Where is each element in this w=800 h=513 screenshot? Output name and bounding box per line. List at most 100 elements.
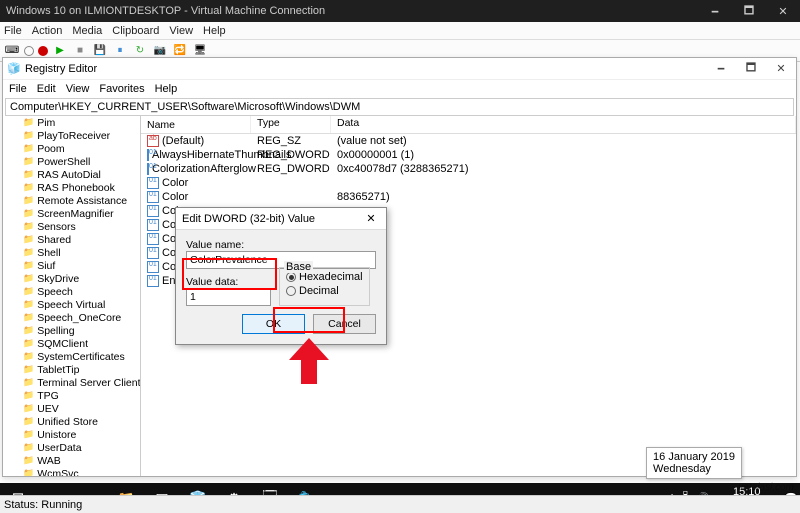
value-data-input[interactable] [186, 288, 271, 306]
vm-maximize-button[interactable] [732, 0, 766, 22]
col-data[interactable]: Data [331, 116, 796, 133]
vm-title: Windows 10 on ILMIONTDESKTOP - Virtual M… [6, 5, 698, 17]
vm-menu-file[interactable]: File [4, 25, 22, 37]
value-name: Color [162, 177, 188, 189]
vm-minimize-button[interactable] [698, 0, 732, 22]
value-row[interactable]: (Default)REG_SZ(value not set) [141, 134, 796, 148]
tree-item[interactable]: Unified Store [3, 415, 140, 428]
radio-dec-label: Decimal [299, 285, 339, 297]
tree-item[interactable]: TabletTip [3, 363, 140, 376]
vm-menu-media[interactable]: Media [72, 25, 102, 37]
tree-item[interactable]: RAS Phonebook [3, 181, 140, 194]
value-type-icon [147, 135, 159, 147]
record-outline-icon[interactable] [24, 46, 34, 56]
vm-statusbar: Status: Running [0, 495, 800, 513]
value-type-icon [147, 191, 159, 203]
cancel-button[interactable]: Cancel [313, 314, 376, 334]
tree-item[interactable]: ScreenMagnifier [3, 207, 140, 220]
tree-item[interactable]: Pim [3, 116, 140, 129]
tree-item[interactable]: UserData [3, 441, 140, 454]
regedit-window: 🧊 Registry Editor 🗕 🗖 ✕ File Edit View F… [2, 57, 797, 477]
vm-menu-view[interactable]: View [169, 25, 193, 37]
radio-dec-icon [286, 286, 296, 296]
tree-item[interactable]: Shell [3, 246, 140, 259]
vm-menu: File Action Media Clipboard View Help [0, 22, 800, 40]
value-data: 88365271) [331, 191, 796, 203]
record-icon[interactable] [38, 46, 48, 56]
tree-item[interactable]: SystemCertificates [3, 350, 140, 363]
address-text: Computer\HKEY_CURRENT_USER\Software\Micr… [10, 101, 360, 113]
tree-item[interactable]: SkyDrive [3, 272, 140, 285]
tooltip-line2: Wednesday [653, 463, 735, 475]
col-type[interactable]: Type [251, 116, 331, 133]
tree-item[interactable]: UEV [3, 402, 140, 415]
tree-item[interactable]: TPG [3, 389, 140, 402]
value-type-icon [147, 233, 159, 245]
value-type-icon [147, 247, 159, 259]
value-data-label: Value data: [186, 276, 271, 288]
tree-item[interactable]: Sensors [3, 220, 140, 233]
value-type-icon [147, 261, 159, 273]
dialog-titlebar: Edit DWORD (32-bit) Value ✕ [176, 208, 386, 230]
value-name: ColorizationAfterglow [152, 163, 256, 175]
value-type-icon [147, 177, 159, 189]
tree-item[interactable]: PowerShell [3, 155, 140, 168]
regedit-maximize[interactable]: 🗖 [736, 59, 766, 78]
registry-tree[interactable]: PimPlayToReceiverPoomPowerShellRAS AutoD… [3, 116, 141, 476]
vm-menu-action[interactable]: Action [32, 25, 63, 37]
base-legend: Base [284, 261, 313, 273]
regedit-close[interactable]: ✕ [766, 62, 796, 75]
regedit-menu-help[interactable]: Help [155, 83, 178, 95]
value-row[interactable]: Color [141, 176, 796, 190]
value-name-label: Value name: [186, 239, 376, 251]
regedit-menu: File Edit View Favorites Help [3, 80, 796, 98]
guest-desktop: 🧊 Registry Editor 🗕 🗖 ✕ File Edit View F… [0, 62, 800, 513]
value-row[interactable]: Color 88365271) [141, 190, 796, 204]
ok-button[interactable]: OK [242, 314, 305, 334]
value-row[interactable]: AlwaysHibernateThumbnailsREG_DWORD0x0000… [141, 148, 796, 162]
tree-item[interactable]: RAS AutoDial [3, 168, 140, 181]
regedit-menu-favorites[interactable]: Favorites [99, 83, 144, 95]
tree-item[interactable]: Shared [3, 233, 140, 246]
address-bar[interactable]: Computer\HKEY_CURRENT_USER\Software\Micr… [5, 98, 794, 116]
tree-item[interactable]: Speech_OneCore [3, 311, 140, 324]
tree-item[interactable]: WcmSvc [3, 467, 140, 476]
value-type-icon [147, 275, 159, 287]
date-tooltip: 16 January 2019 Wednesday [646, 447, 742, 479]
tree-item[interactable]: Siuf [3, 259, 140, 272]
col-name[interactable]: Name [141, 116, 251, 133]
status-text: Status: Running [4, 499, 82, 511]
value-type-icon [147, 163, 149, 175]
tree-item[interactable]: SQMClient [3, 337, 140, 350]
radio-dec[interactable]: Decimal [286, 284, 363, 298]
value-type-icon [147, 149, 149, 161]
regedit-menu-edit[interactable]: Edit [37, 83, 56, 95]
vm-close-button[interactable] [766, 0, 800, 22]
tree-item[interactable]: Unistore [3, 428, 140, 441]
value-row[interactable]: ColorizationAfterglowREG_DWORD0xc40078d7… [141, 162, 796, 176]
value-name: Color [162, 191, 188, 203]
value-data: 0xc40078d7 (3288365271) [331, 163, 796, 175]
dialog-close-button[interactable]: ✕ [362, 212, 380, 225]
tree-item[interactable]: Speech Virtual [3, 298, 140, 311]
tree-item[interactable]: Spelling [3, 324, 140, 337]
tree-item[interactable]: PlayToReceiver [3, 129, 140, 142]
tree-item[interactable]: WAB [3, 454, 140, 467]
regedit-menu-file[interactable]: File [9, 83, 27, 95]
vm-menu-clipboard[interactable]: Clipboard [112, 25, 159, 37]
regedit-minimize[interactable]: 🗕 [706, 59, 736, 78]
tooltip-line1: 16 January 2019 [653, 451, 735, 463]
watermark: vetajasi.com [738, 482, 794, 493]
regedit-menu-view[interactable]: View [66, 83, 90, 95]
tree-item[interactable]: Remote Assistance [3, 194, 140, 207]
value-type: REG_DWORD [251, 163, 331, 175]
tree-item[interactable]: Speech [3, 285, 140, 298]
tree-item[interactable]: Terminal Server Client [3, 376, 140, 389]
tree-item[interactable]: Poom [3, 142, 140, 155]
edit-dword-dialog: Edit DWORD (32-bit) Value ✕ Value name: … [175, 207, 387, 345]
dialog-title-text: Edit DWORD (32-bit) Value [182, 213, 362, 225]
value-type-icon [147, 219, 159, 231]
value-type: REG_SZ [251, 135, 331, 147]
regedit-titlebar: 🧊 Registry Editor 🗕 🗖 ✕ [3, 58, 796, 80]
vm-menu-help[interactable]: Help [203, 25, 226, 37]
